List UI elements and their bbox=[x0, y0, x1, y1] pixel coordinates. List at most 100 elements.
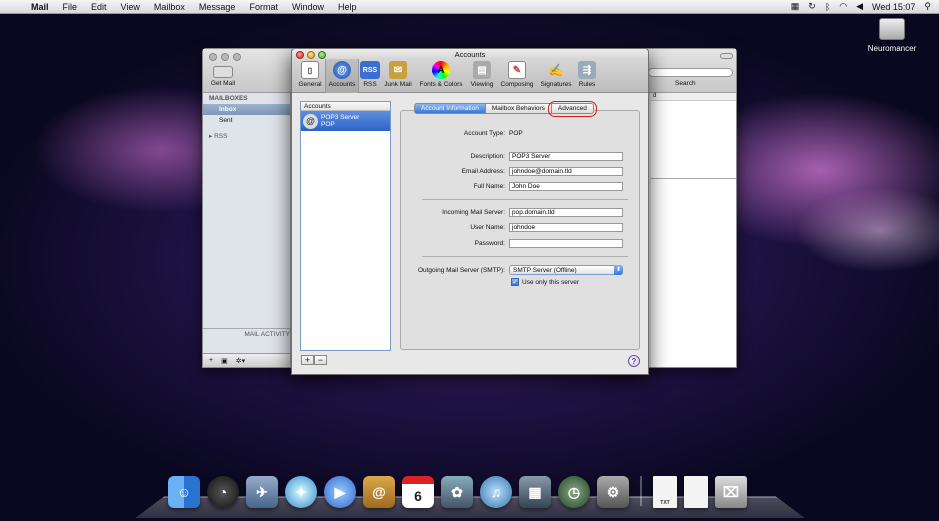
dashboard-icon[interactable]: ◔ bbox=[207, 476, 239, 508]
finder-icon[interactable]: ☺ bbox=[168, 476, 200, 508]
address-book-icon[interactable]: @ bbox=[363, 476, 395, 508]
menu-format[interactable]: Format bbox=[242, 2, 285, 12]
column-header[interactable]: d bbox=[651, 93, 736, 101]
tab-rss[interactable]: RSS RSS bbox=[359, 59, 381, 93]
tab-general[interactable]: ▯ General bbox=[295, 59, 325, 93]
outgoing-server-label: Outgoing Mail Server (SMTP): bbox=[417, 266, 505, 274]
time-machine-icon[interactable]: ◷ bbox=[558, 476, 590, 508]
dock-separator bbox=[640, 476, 642, 506]
menu-help[interactable]: Help bbox=[331, 2, 364, 12]
switch-icon: ▯ bbox=[301, 61, 319, 79]
description-label: Description: bbox=[470, 153, 505, 160]
action-menu-button[interactable]: ✲▾ bbox=[236, 357, 245, 365]
spaces-dock-icon[interactable]: ▦ bbox=[519, 476, 551, 508]
volume-icon[interactable]: ◀ bbox=[856, 1, 863, 12]
close-button[interactable] bbox=[209, 53, 217, 61]
sidebar-bottom-bar: + ▣ ✲▾ bbox=[203, 353, 290, 367]
tab-rules[interactable]: ⇶ Rules bbox=[575, 59, 599, 93]
password-field[interactable] bbox=[509, 239, 623, 248]
tab-mailbox-behaviors[interactable]: Mailbox Behaviors bbox=[484, 103, 552, 114]
tab-account-information[interactable]: Account Information bbox=[414, 103, 486, 114]
document-icon[interactable] bbox=[684, 476, 708, 508]
drive-label: Neuromancer bbox=[867, 44, 917, 53]
tab-composing[interactable]: ✎ Composing bbox=[497, 59, 537, 93]
tab-rss-label: RSS bbox=[363, 81, 377, 88]
mail-icon[interactable]: ✈ bbox=[246, 476, 278, 508]
menu-window[interactable]: Window bbox=[285, 2, 331, 12]
outgoing-row: Outgoing Mail Server (SMTP): SMTP Server… bbox=[400, 265, 623, 275]
email-field[interactable] bbox=[509, 167, 623, 176]
incoming-server-field[interactable] bbox=[509, 208, 623, 217]
composing-icon: ✎ bbox=[508, 61, 526, 79]
spotlight-icon[interactable]: ⚲ bbox=[924, 1, 931, 12]
tab-advanced[interactable]: Advanced bbox=[547, 101, 597, 117]
zoom-button[interactable] bbox=[318, 51, 326, 59]
sidebar-item-rss[interactable]: ▸ RSS bbox=[203, 126, 290, 146]
desktop-drive[interactable]: Neuromancer bbox=[862, 18, 922, 53]
tab-signatures[interactable]: ✍ Signatures bbox=[537, 59, 575, 93]
incoming-row: Incoming Mail Server: bbox=[400, 208, 623, 217]
ical-icon[interactable]: 6 bbox=[402, 476, 434, 508]
tab-junk-mail[interactable]: ✉ Junk Mail bbox=[381, 59, 415, 93]
iphoto-icon[interactable]: ✿ bbox=[441, 476, 473, 508]
sidebar-item-sent[interactable]: Sent bbox=[203, 115, 290, 126]
account-at-icon: @ bbox=[303, 113, 318, 129]
ichat-icon[interactable]: ▶ bbox=[324, 476, 356, 508]
fullname-field[interactable] bbox=[509, 182, 623, 191]
wifi-icon[interactable]: ◠ bbox=[839, 1, 847, 12]
add-mailbox-button[interactable]: + bbox=[209, 357, 213, 364]
tab-viewing[interactable]: ▤ Viewing bbox=[467, 59, 497, 93]
description-field[interactable] bbox=[509, 152, 623, 161]
spaces-icon[interactable]: ▦ bbox=[791, 1, 800, 12]
tab-accounts-label: Accounts bbox=[328, 81, 356, 88]
menu-mailbox[interactable]: Mailbox bbox=[147, 2, 192, 12]
username-label: User Name: bbox=[470, 224, 505, 231]
get-mail-button[interactable]: Get Mail bbox=[209, 66, 237, 87]
outgoing-server-select[interactable]: SMTP Server (Offline) bbox=[509, 265, 623, 275]
close-button[interactable] bbox=[296, 51, 304, 59]
safari-icon[interactable]: ✦ bbox=[285, 476, 317, 508]
minimize-button[interactable] bbox=[307, 51, 315, 59]
mailboxes-header: MAILBOXES bbox=[209, 95, 248, 102]
search-label: Search bbox=[675, 80, 696, 87]
show-activity-button[interactable]: ▣ bbox=[221, 357, 228, 365]
message-preview bbox=[651, 179, 736, 367]
sidebar-item-inbox[interactable]: Inbox bbox=[203, 104, 290, 115]
search-input[interactable] bbox=[648, 68, 733, 77]
menu-message[interactable]: Message bbox=[192, 2, 243, 12]
get-mail-icon bbox=[213, 66, 233, 78]
account-row[interactable]: @ POP3 Server POP bbox=[301, 111, 390, 131]
tab-fonts-colors[interactable]: A Fonts & Colors bbox=[415, 59, 467, 93]
zoom-button[interactable] bbox=[233, 53, 241, 61]
account-type-label: Account Type: bbox=[463, 130, 505, 137]
window-controls bbox=[209, 53, 241, 61]
system-preferences-icon[interactable]: ⚙ bbox=[597, 476, 629, 508]
tab-rules-label: Rules bbox=[578, 81, 596, 88]
rules-icon: ⇶ bbox=[578, 61, 596, 79]
itunes-icon[interactable]: ♫ bbox=[480, 476, 512, 508]
menu-edit[interactable]: Edit bbox=[84, 2, 114, 12]
tab-viewing-label: Viewing bbox=[470, 81, 494, 88]
accounts-list-header: Accounts bbox=[301, 102, 390, 111]
use-only-checkbox[interactable]: ✓ bbox=[511, 278, 519, 286]
fonts-colors-icon: A bbox=[432, 61, 450, 79]
dock-icons: ☺ ◔ ✈ ✦ ▶ @ 6 ✿ ♫ ▦ ◷ ⚙ TXT ⌧ bbox=[168, 476, 747, 508]
bluetooth-icon[interactable]: ᛒ bbox=[825, 2, 830, 12]
password-label: Password: bbox=[474, 240, 505, 247]
message-list[interactable]: d bbox=[651, 93, 736, 179]
text-document-icon[interactable]: TXT bbox=[653, 476, 677, 508]
remove-account-button[interactable]: − bbox=[314, 355, 327, 365]
clock[interactable]: Wed 15:07 bbox=[872, 2, 915, 12]
menu-mail[interactable]: Mail bbox=[24, 2, 56, 12]
minimize-button[interactable] bbox=[221, 53, 229, 61]
menu-file[interactable]: File bbox=[56, 2, 85, 12]
username-field[interactable] bbox=[509, 223, 623, 232]
tab-fonts-colors-label: Fonts & Colors bbox=[419, 81, 463, 88]
trash-icon[interactable]: ⌧ bbox=[715, 476, 747, 508]
sync-icon[interactable]: ↻ bbox=[808, 1, 816, 12]
tab-accounts[interactable]: @ Accounts bbox=[325, 59, 359, 93]
toolbar-toggle-button[interactable] bbox=[720, 53, 733, 59]
add-account-button[interactable]: + bbox=[301, 355, 314, 365]
help-button[interactable]: ? bbox=[628, 355, 640, 367]
menu-view[interactable]: View bbox=[114, 2, 147, 12]
